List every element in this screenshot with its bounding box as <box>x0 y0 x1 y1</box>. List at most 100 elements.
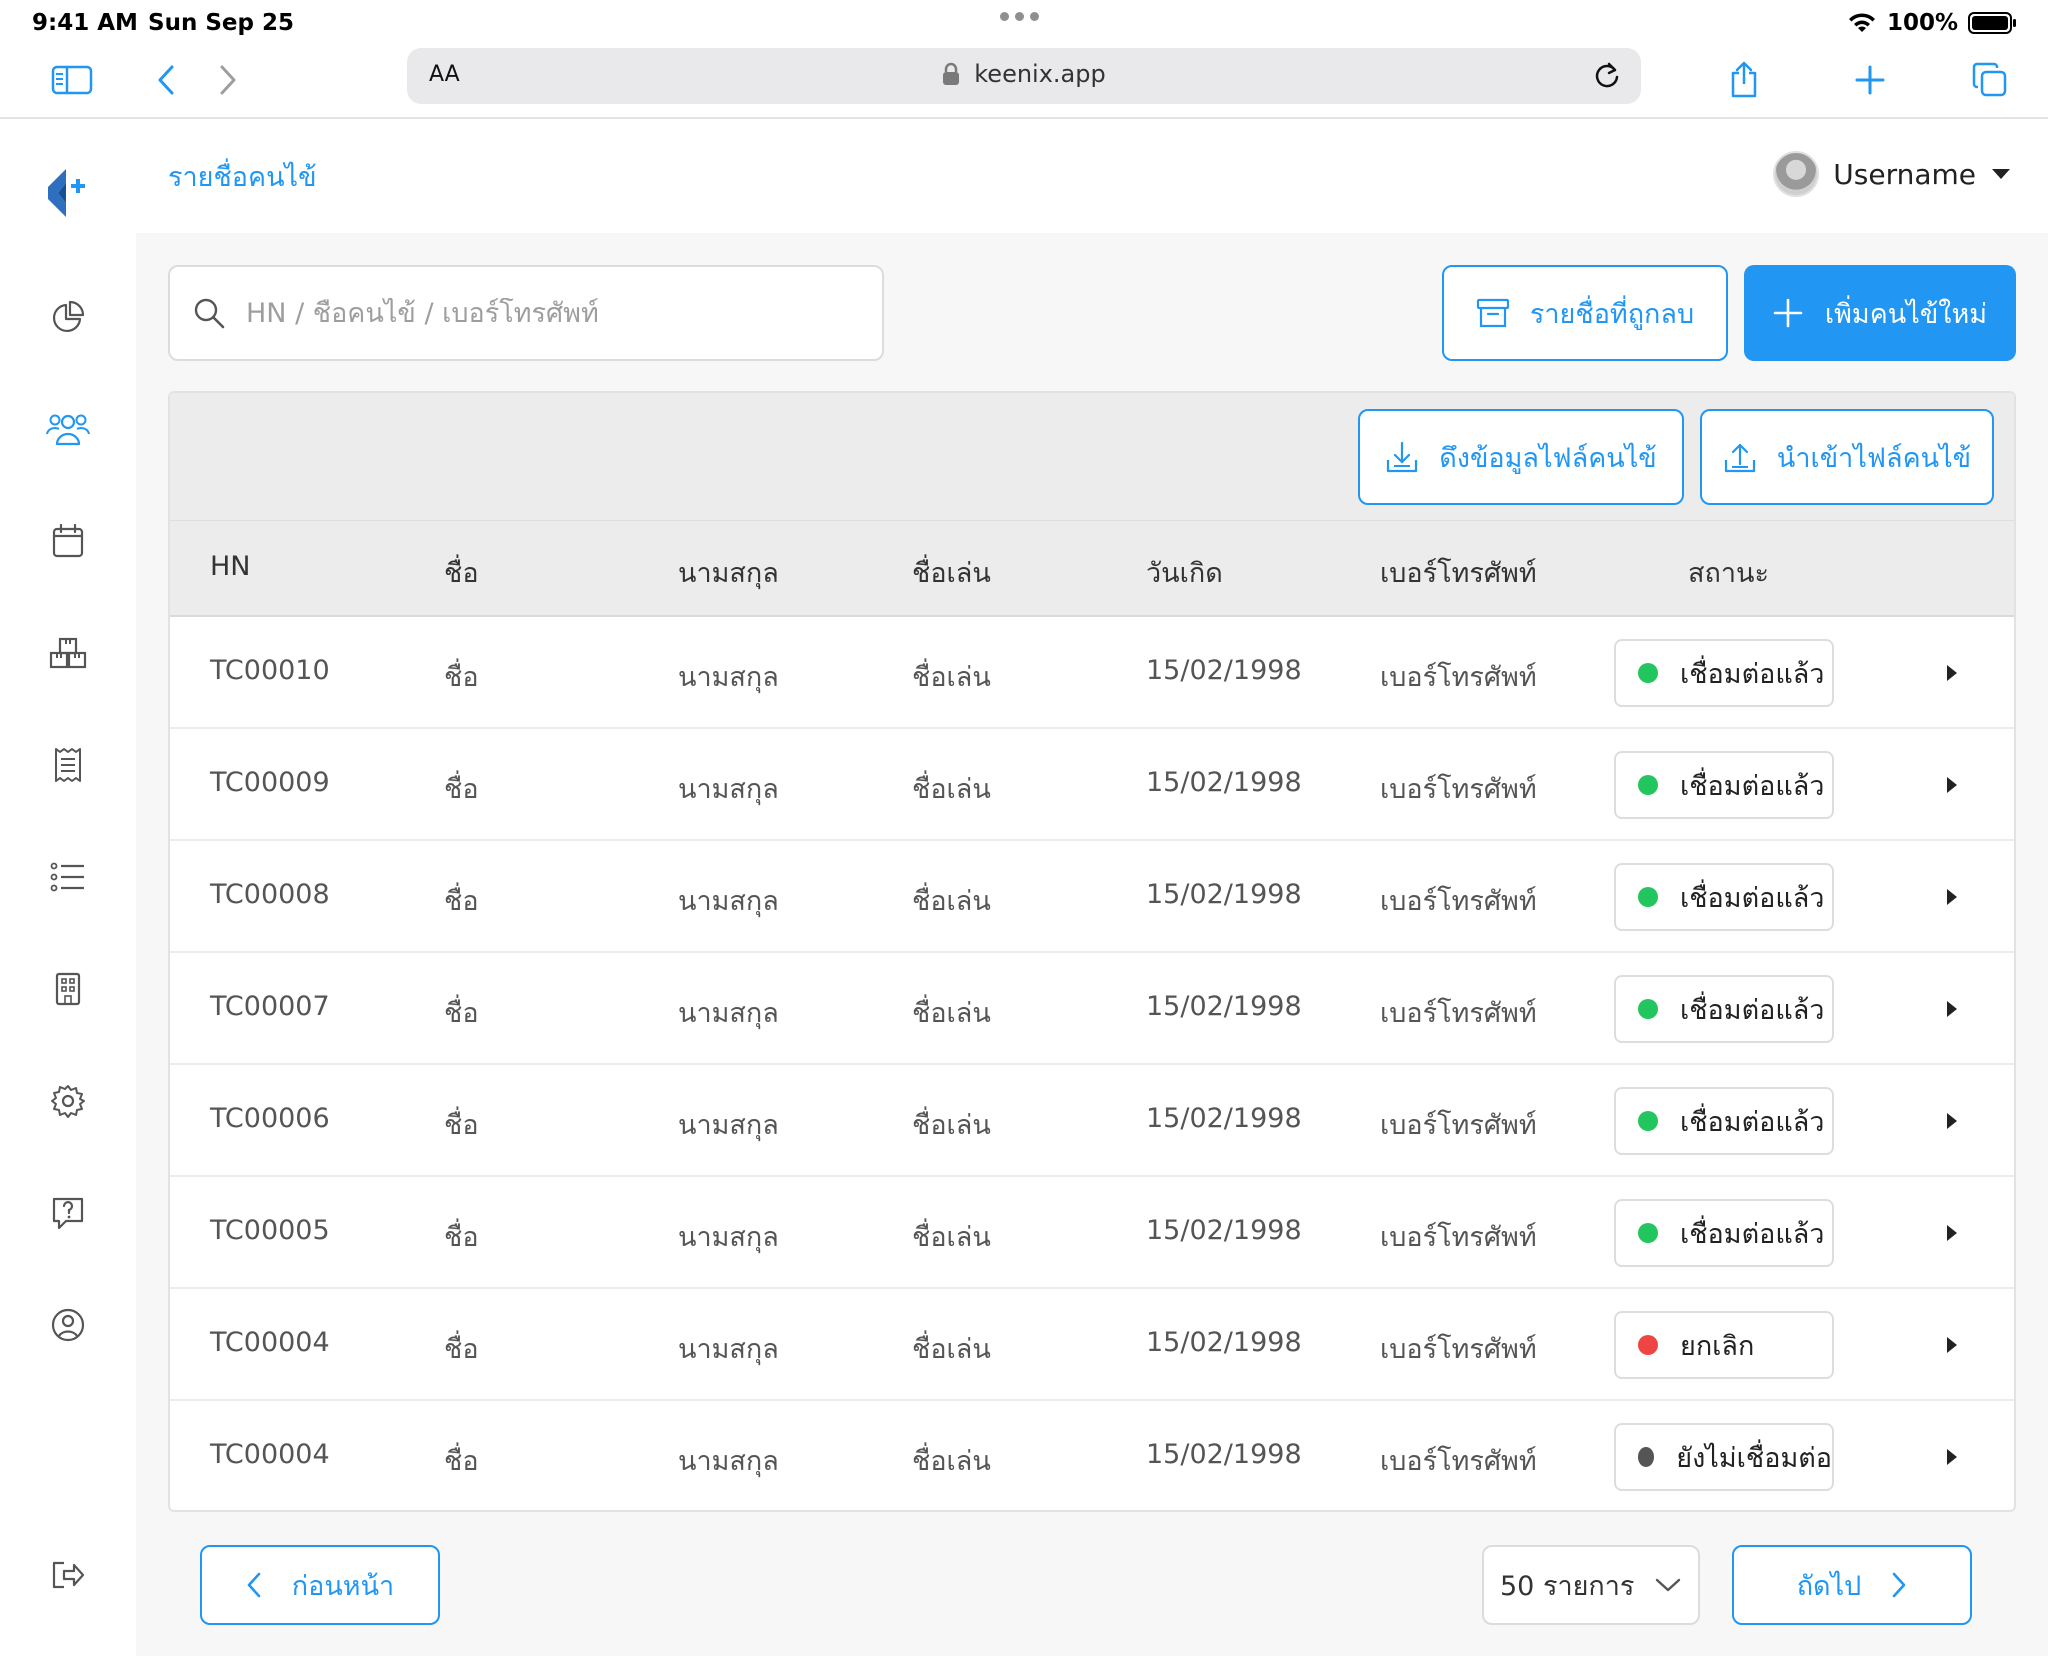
per-page-select[interactable]: 50 รายการ <box>1482 1545 1700 1625</box>
table-row[interactable]: TC00008 ชื่อ นามสกุล ชื่อเล่น 15/02/1998… <box>170 841 2014 953</box>
row-expand-icon[interactable] <box>1940 1219 1964 1247</box>
building-icon[interactable] <box>44 965 92 1013</box>
status-dot <box>1638 1111 1658 1131</box>
cell-last-name: นามสกุล <box>678 998 779 1029</box>
status-bar: 9:41 AM Sun Sep 25 100% <box>0 0 2048 48</box>
status-label: ยกเลิก <box>1680 1330 1755 1362</box>
status-badge[interactable]: เชื่อมต่อแล้ว <box>1614 863 1834 931</box>
page-header: รายชื่อคนไข้ Username <box>136 121 2048 233</box>
status-badge[interactable]: เชื่อมต่อแล้ว <box>1614 751 1834 819</box>
cell-hn: TC00004 <box>210 1439 330 1470</box>
row-expand-icon[interactable] <box>1940 995 1964 1023</box>
status-badge[interactable]: ยกเลิก <box>1614 1311 1834 1379</box>
column-header-last-name[interactable]: นามสกุล <box>678 551 779 594</box>
row-expand-icon[interactable] <box>1940 1443 1964 1471</box>
cell-birthdate: 15/02/1998 <box>1146 655 1302 686</box>
main-content: รายชื่อที่ถูกลบ เพิ่มคนไข้ใหม่ ดึงข้อมูล… <box>136 233 2048 1656</box>
cell-hn: TC00004 <box>210 1327 330 1358</box>
add-patient-button[interactable]: เพิ่มคนไข้ใหม่ <box>1744 265 2016 361</box>
column-header-first-name[interactable]: ชื่อ <box>444 551 479 594</box>
new-tab-icon[interactable] <box>1846 56 1894 104</box>
username[interactable]: Username <box>1833 158 1976 191</box>
sidebar-icon[interactable] <box>48 56 96 104</box>
row-expand-icon[interactable] <box>1940 883 1964 911</box>
help-icon[interactable] <box>44 1189 92 1237</box>
patients-icon[interactable] <box>44 405 92 453</box>
deleted-list-button[interactable]: รายชื่อที่ถูกลบ <box>1442 265 1728 361</box>
status-label: ยังไม่เชื่อมต่อ <box>1676 1442 1832 1474</box>
row-expand-icon[interactable] <box>1940 1107 1964 1135</box>
table-row[interactable]: TC00004 ชื่อ นามสกุล ชื่อเล่น 15/02/1998… <box>170 1401 2014 1510</box>
cell-last-name: นามสกุล <box>678 1446 779 1477</box>
deleted-list-label: รายชื่อที่ถูกลบ <box>1529 298 1695 330</box>
status-badge[interactable]: เชื่อมต่อแล้ว <box>1614 639 1834 707</box>
cell-nickname: ชื่อเล่น <box>912 886 991 917</box>
table-row[interactable]: TC00007 ชื่อ นามสกุล ชื่อเล่น 15/02/1998… <box>170 953 2014 1065</box>
multitasking-dots-icon[interactable] <box>1000 12 1039 21</box>
next-page-button[interactable]: ถัดไป <box>1732 1545 1972 1625</box>
cell-first-name: ชื่อ <box>444 886 479 917</box>
user-menu[interactable]: Username <box>1773 151 2012 197</box>
row-expand-icon[interactable] <box>1940 1331 1964 1359</box>
status-dot <box>1638 887 1658 907</box>
address-bar[interactable]: AA keenix.app <box>407 48 1641 104</box>
tabs-icon[interactable] <box>1966 56 2014 104</box>
table-row[interactable]: TC00009 ชื่อ นามสกุล ชื่อเล่น 15/02/1998… <box>170 729 2014 841</box>
table-row[interactable]: TC00006 ชื่อ นามสกุล ชื่อเล่น 15/02/1998… <box>170 1065 2014 1177</box>
status-badge[interactable]: เชื่อมต่อแล้ว <box>1614 1199 1834 1267</box>
cell-last-name: นามสกุล <box>678 886 779 917</box>
cell-nickname: ชื่อเล่น <box>912 1446 991 1477</box>
row-expand-icon[interactable] <box>1940 659 1964 687</box>
per-page-value: 50 รายการ <box>1500 1570 1635 1602</box>
previous-page-button[interactable]: ก่อนหน้า <box>200 1545 440 1625</box>
plus-icon <box>1773 298 1803 328</box>
column-header-hn[interactable]: HN <box>210 551 251 582</box>
cell-nickname: ชื่อเล่น <box>912 774 991 805</box>
cell-last-name: นามสกุล <box>678 1110 779 1141</box>
settings-icon[interactable] <box>44 1077 92 1125</box>
cell-phone: เบอร์โทรศัพท์ <box>1380 662 1537 693</box>
cell-hn: TC00005 <box>210 1215 330 1246</box>
export-file-button[interactable]: ดึงข้อมูลไฟล์คนไข้ <box>1358 409 1684 505</box>
avatar[interactable] <box>1773 151 1820 197</box>
status-badge[interactable]: ยังไม่เชื่อมต่อ <box>1614 1423 1834 1491</box>
dashboard-chart-icon[interactable] <box>44 293 92 341</box>
column-header-birthdate[interactable]: วันเกิด <box>1146 551 1223 594</box>
status-dot <box>1638 1447 1655 1467</box>
column-header-nickname[interactable]: ชื่อเล่น <box>912 551 991 594</box>
cell-phone: เบอร์โทรศัพท์ <box>1380 886 1537 917</box>
status-label: เชื่อมต่อแล้ว <box>1680 658 1825 690</box>
share-icon[interactable] <box>1720 56 1768 104</box>
status-badge[interactable]: เชื่อมต่อแล้ว <box>1614 1087 1834 1155</box>
status-dot <box>1638 999 1658 1019</box>
inventory-icon[interactable] <box>44 629 92 677</box>
account-icon[interactable] <box>44 1301 92 1349</box>
cell-phone: เบอร์โทรศัพท์ <box>1380 1446 1537 1477</box>
receipt-icon[interactable] <box>44 741 92 789</box>
table-row[interactable]: TC00010 ชื่อ นามสกุล ชื่อเล่น 15/02/1998… <box>170 617 2014 729</box>
cell-last-name: นามสกุล <box>678 662 779 693</box>
calendar-icon[interactable] <box>44 517 92 565</box>
search-input[interactable] <box>246 297 846 329</box>
battery-icon <box>1968 12 2016 34</box>
search-box[interactable] <box>168 265 884 361</box>
status-badge[interactable]: เชื่อมต่อแล้ว <box>1614 975 1834 1043</box>
download-icon <box>1387 441 1418 473</box>
logout-icon[interactable] <box>44 1551 92 1599</box>
reload-icon[interactable] <box>1593 60 1621 94</box>
table-toolbar: ดึงข้อมูลไฟล์คนไข้ นำเข้าไฟล์คนไข้ <box>170 393 2014 521</box>
column-header-status[interactable]: สถานะ <box>1688 551 1769 594</box>
keenix-logo[interactable] <box>44 169 92 217</box>
cell-hn: TC00007 <box>210 991 330 1022</box>
import-file-button[interactable]: นำเข้าไฟล์คนไข้ <box>1700 409 1994 505</box>
row-expand-icon[interactable] <box>1940 771 1964 799</box>
cell-first-name: ชื่อ <box>444 662 479 693</box>
cell-phone: เบอร์โทรศัพท์ <box>1380 998 1537 1029</box>
list-icon[interactable] <box>44 853 92 901</box>
table-row[interactable]: TC00004 ชื่อ นามสกุล ชื่อเล่น 15/02/1998… <box>170 1289 2014 1401</box>
column-header-phone[interactable]: เบอร์โทรศัพท์ <box>1380 551 1537 594</box>
forward-icon[interactable] <box>204 56 252 104</box>
caret-down-icon[interactable] <box>1990 167 2012 181</box>
back-icon[interactable] <box>142 56 190 104</box>
table-row[interactable]: TC00005 ชื่อ นามสกุล ชื่อเล่น 15/02/1998… <box>170 1177 2014 1289</box>
